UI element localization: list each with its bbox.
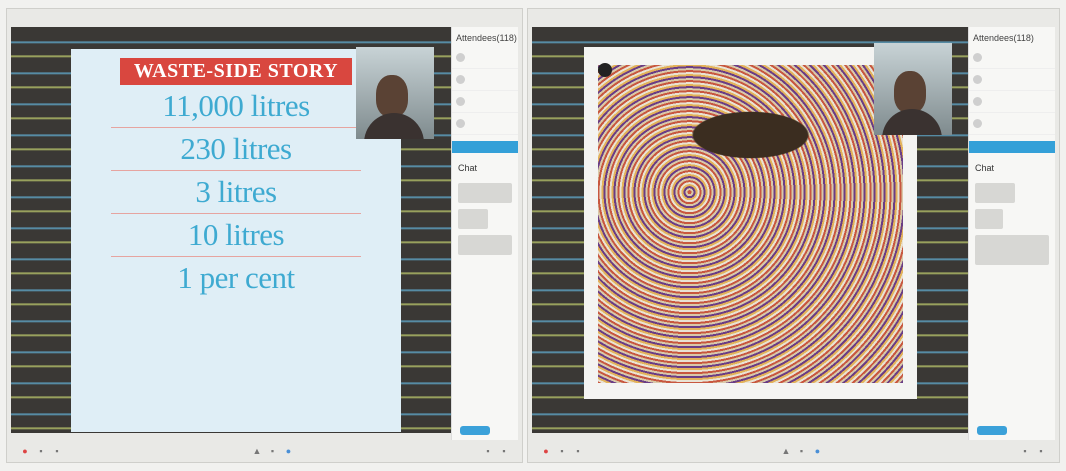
photo-logo-icon: [598, 63, 612, 77]
toolbar-right: ▪ ▪: [484, 446, 508, 456]
chat-message: [458, 183, 512, 203]
presenter-head: [376, 75, 408, 117]
presentation-stage: WASTE-SIDE STORY 11,000 litres 230 litre…: [11, 27, 454, 433]
chat-message: [975, 235, 1049, 265]
fullscreen-icon[interactable]: ▪: [1037, 446, 1045, 456]
chat-message: [458, 235, 512, 255]
raise-hand-icon[interactable]: ▪: [269, 446, 277, 456]
stat-block: 1 per cent: [71, 261, 401, 295]
attendees-title: Attendees(118): [456, 33, 517, 43]
chat-tab[interactable]: [969, 141, 1055, 153]
camera-icon[interactable]: ▪: [37, 446, 45, 456]
toolbar-center: ▲ ▪ ●: [782, 446, 822, 456]
meeting-toolbar: ● ▪ ▪ ▲ ▪ ● ▪ ▪: [7, 440, 522, 462]
presenter-body: [364, 113, 424, 139]
divider: [111, 170, 361, 171]
avatar: [456, 97, 465, 106]
avatar: [973, 53, 982, 62]
attendee-item[interactable]: [452, 91, 518, 113]
avatar: [973, 97, 982, 106]
settings-icon[interactable]: ▪: [574, 446, 582, 456]
stat-value: 1 per cent: [177, 260, 295, 295]
share-icon[interactable]: ▲: [253, 446, 262, 456]
stat-block: 10 litres: [71, 218, 401, 257]
share-icon[interactable]: ▲: [782, 446, 791, 456]
presentation-stage: [532, 27, 968, 433]
stat-value: 11,000 litres: [162, 88, 310, 123]
meeting-window-right: Attendees(118) Chat ● ▪ ▪ ▲ ▪ ● ▪ ▪: [527, 8, 1060, 463]
camera-icon[interactable]: ▪: [558, 446, 566, 456]
presenter-head: [894, 71, 926, 113]
window-titlebar: [528, 9, 1059, 25]
chat-title: Chat: [975, 163, 995, 173]
leave-icon[interactable]: ●: [285, 446, 293, 456]
crowd-photo: [598, 65, 903, 383]
settings-icon[interactable]: ▪: [53, 446, 61, 456]
options-icon[interactable]: ▪: [484, 446, 492, 456]
presenter-video[interactable]: [356, 47, 434, 139]
avatar: [973, 75, 982, 84]
attendee-item[interactable]: [969, 91, 1055, 113]
presenter-body: [882, 109, 942, 135]
toolbar-center: ▲ ▪ ●: [253, 446, 293, 456]
presentation-slide: [584, 47, 917, 399]
send-button[interactable]: [977, 426, 1007, 435]
presentation-slide: WASTE-SIDE STORY 11,000 litres 230 litre…: [71, 49, 401, 432]
raise-hand-icon[interactable]: ▪: [798, 446, 806, 456]
avatar: [973, 119, 982, 128]
chat-message: [458, 209, 488, 229]
stat-block: 3 litres: [71, 175, 401, 214]
participants-sidebar: Attendees(118) Chat: [451, 27, 518, 440]
stat-value: 230 litres: [180, 131, 292, 166]
mic-icon[interactable]: ●: [21, 446, 29, 456]
avatar: [456, 53, 465, 62]
slide-headline: WASTE-SIDE STORY: [119, 58, 353, 85]
toolbar-left: ● ▪ ▪: [21, 446, 61, 456]
attendees-title: Attendees(118): [973, 33, 1034, 43]
stat-value: 3 litres: [195, 174, 277, 209]
toolbar-left: ● ▪ ▪: [542, 446, 582, 456]
chat-tab[interactable]: [452, 141, 518, 153]
attendee-item[interactable]: [452, 69, 518, 91]
chat-title: Chat: [458, 163, 478, 173]
fullscreen-icon[interactable]: ▪: [500, 446, 508, 456]
stat-block: 11,000 litres: [71, 89, 401, 128]
attendee-item[interactable]: [452, 47, 518, 69]
avatar: [456, 119, 465, 128]
avatar: [456, 75, 465, 84]
participants-sidebar: Attendees(118) Chat: [968, 27, 1055, 440]
meeting-toolbar: ● ▪ ▪ ▲ ▪ ● ▪ ▪: [528, 440, 1059, 462]
send-button[interactable]: [460, 426, 490, 435]
chat-message: [975, 209, 1003, 229]
options-icon[interactable]: ▪: [1021, 446, 1029, 456]
attendee-item[interactable]: [452, 113, 518, 135]
attendee-item[interactable]: [969, 69, 1055, 91]
divider: [111, 127, 361, 128]
mic-icon[interactable]: ●: [542, 446, 550, 456]
meeting-window-left: WASTE-SIDE STORY 11,000 litres 230 litre…: [6, 8, 523, 463]
toolbar-right: ▪ ▪: [1021, 446, 1045, 456]
divider: [111, 213, 361, 214]
attendee-item[interactable]: [969, 47, 1055, 69]
divider: [111, 256, 361, 257]
attendee-item[interactable]: [969, 113, 1055, 135]
chat-message: [975, 183, 1015, 203]
window-titlebar: [7, 9, 522, 25]
stat-value: 10 litres: [187, 217, 285, 252]
stat-block: 230 litres: [71, 132, 401, 171]
leave-icon[interactable]: ●: [814, 446, 822, 456]
presenter-video[interactable]: [874, 43, 952, 135]
